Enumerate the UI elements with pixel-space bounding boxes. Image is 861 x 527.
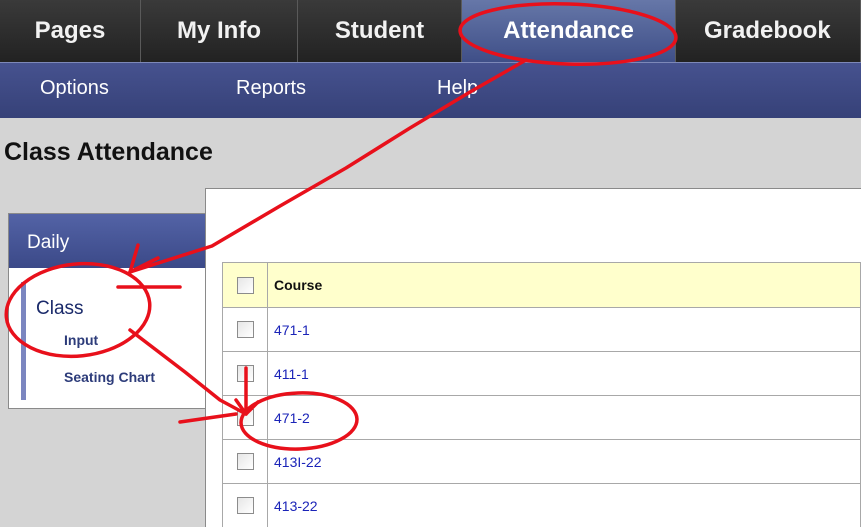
course-link[interactable]: 471-1 bbox=[267, 307, 861, 352]
row-checkbox[interactable] bbox=[236, 365, 254, 383]
attendance-side-panel: Daily Class Input Seating Chart bbox=[8, 213, 208, 409]
side-item-seating-chart[interactable]: Seating Chart bbox=[64, 369, 155, 385]
select-all-cell bbox=[222, 262, 268, 308]
side-item-input[interactable]: Input bbox=[64, 332, 98, 348]
table-row: 471-1 bbox=[222, 307, 861, 352]
table-row: 471-2 bbox=[222, 395, 861, 440]
table-row: 411-1 bbox=[222, 351, 861, 396]
course-link[interactable]: 411-1 bbox=[267, 351, 861, 396]
table-header-row: Course bbox=[222, 262, 861, 308]
tab-pages-label: Pages bbox=[34, 17, 106, 44]
select-all-checkbox[interactable] bbox=[236, 276, 254, 294]
tab-student-label: Student bbox=[334, 17, 425, 44]
tab-attendance[interactable]: Attendance bbox=[462, 0, 676, 62]
tab-attendance-label: Attendance bbox=[503, 17, 634, 44]
course-column-header: Course bbox=[267, 262, 861, 308]
row-checkbox[interactable] bbox=[236, 321, 254, 339]
tab-my-info[interactable]: My Info bbox=[141, 0, 298, 62]
row-checkbox-cell bbox=[222, 395, 268, 440]
table-row: 413I-22 bbox=[222, 439, 861, 484]
tab-pages[interactable]: Pages bbox=[0, 0, 141, 62]
table-row: 413-22 bbox=[222, 483, 861, 527]
side-accent-bar bbox=[21, 282, 26, 400]
side-class-label[interactable]: Class bbox=[36, 298, 84, 320]
subnav-reports[interactable]: Reports bbox=[236, 77, 306, 100]
course-link[interactable]: 413I-22 bbox=[267, 439, 861, 484]
tab-gradebook-label: Gradebook bbox=[704, 17, 831, 44]
sub-nav-bar: Options Reports Help bbox=[0, 62, 861, 118]
row-checkbox-cell bbox=[222, 439, 268, 484]
tab-student[interactable]: Student bbox=[298, 0, 462, 62]
course-link[interactable]: 471-2 bbox=[267, 395, 861, 440]
main-tab-bar: Pages My Info Student Attendance Gradebo… bbox=[0, 0, 861, 62]
subnav-options[interactable]: Options bbox=[40, 77, 109, 100]
row-checkbox-cell bbox=[222, 483, 268, 527]
page-title: Class Attendance bbox=[4, 138, 213, 166]
row-checkbox[interactable] bbox=[236, 453, 254, 471]
row-checkbox[interactable] bbox=[236, 409, 254, 427]
row-checkbox-cell bbox=[222, 351, 268, 396]
row-checkbox[interactable] bbox=[236, 497, 254, 515]
course-table: Course 471-1 411-1 471-2 413I-22 413-22 bbox=[222, 262, 861, 527]
tab-gradebook[interactable]: Gradebook bbox=[676, 0, 861, 62]
course-link[interactable]: 413-22 bbox=[267, 483, 861, 527]
row-checkbox-cell bbox=[222, 307, 268, 352]
side-header-daily[interactable]: Daily bbox=[9, 214, 207, 268]
tab-my-info-label: My Info bbox=[177, 17, 261, 44]
subnav-help[interactable]: Help bbox=[437, 77, 478, 100]
